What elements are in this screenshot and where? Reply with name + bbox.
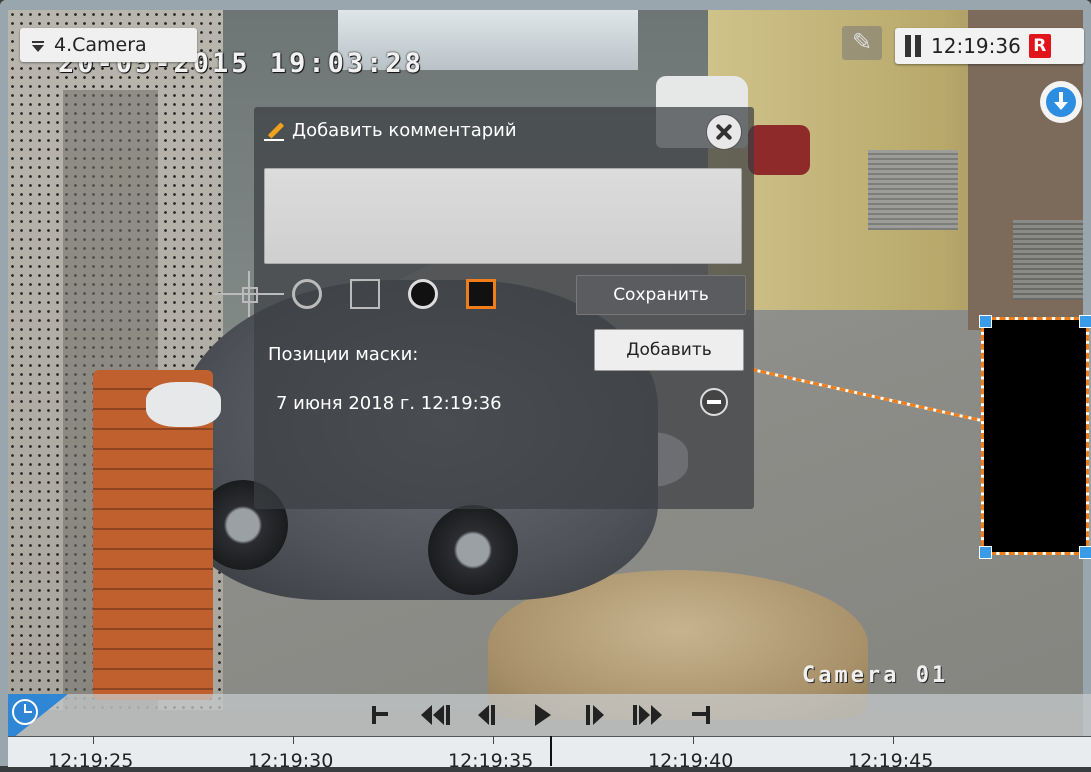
mask-resize-handle-bottom-left[interactable] bbox=[979, 546, 992, 559]
playback-controls bbox=[368, 700, 739, 730]
mask-resize-handle-top-right[interactable] bbox=[1079, 315, 1091, 328]
timeline-tick-label: 12:19:40 bbox=[648, 750, 734, 772]
privacy-mask-rectangle[interactable] bbox=[981, 317, 1089, 555]
play-icon[interactable] bbox=[527, 702, 557, 728]
step-forward-icon[interactable] bbox=[580, 702, 610, 728]
dialog-title-text: Добавить комментарий bbox=[292, 119, 517, 141]
timeline-tick-label: 12:19:25 bbox=[48, 750, 134, 772]
filled-circle-tool-icon[interactable] bbox=[408, 279, 438, 309]
timeline-cursor[interactable] bbox=[550, 736, 552, 766]
close-icon[interactable] bbox=[706, 114, 742, 150]
camera-selector-label: 4.Camera bbox=[54, 34, 147, 56]
ellipse-tool-icon[interactable] bbox=[292, 279, 322, 309]
tick-mark bbox=[693, 736, 694, 744]
add-comment-dialog: Добавить комментарий Сохранить Позиции м… bbox=[214, 107, 754, 509]
tick-mark bbox=[893, 736, 894, 744]
comment-pencil-icon[interactable] bbox=[842, 26, 882, 60]
current-time: 12:19:36 bbox=[931, 34, 1021, 58]
tick-mark bbox=[493, 736, 494, 744]
go-to-end-icon[interactable] bbox=[686, 702, 716, 728]
tick-mark bbox=[93, 736, 94, 744]
filled-square-tool-icon[interactable] bbox=[466, 279, 496, 309]
osd-camera-name: Camera 01 bbox=[802, 663, 949, 688]
fast-forward-icon[interactable] bbox=[633, 702, 663, 728]
mask-resize-handle-bottom-right[interactable] bbox=[1079, 546, 1091, 559]
triangle-down-icon bbox=[32, 40, 44, 52]
timeline-tick-label: 12:19:30 bbox=[248, 750, 334, 772]
download-arrow-icon[interactable] bbox=[1040, 81, 1082, 123]
mask-tools bbox=[214, 271, 524, 317]
pencil-icon bbox=[264, 119, 286, 141]
timeline-tick-label: 12:19:45 bbox=[848, 750, 934, 772]
fast-backward-icon[interactable] bbox=[421, 702, 451, 728]
tick-mark bbox=[293, 736, 294, 744]
add-button[interactable]: Добавить bbox=[594, 329, 744, 371]
step-backward-icon[interactable] bbox=[474, 702, 504, 728]
playback-status: 12:19:36 R bbox=[895, 28, 1084, 64]
timeline-tick-label: 12:19:35 bbox=[448, 750, 534, 772]
rectangle-tool-icon[interactable] bbox=[350, 279, 380, 309]
recording-badge: R bbox=[1028, 34, 1051, 58]
mask-resize-handle-top-left[interactable] bbox=[979, 315, 992, 328]
dialog-title: Добавить комментарий bbox=[264, 119, 517, 141]
go-to-start-icon[interactable] bbox=[368, 702, 398, 728]
camera-selector[interactable]: 4.Camera bbox=[20, 28, 197, 62]
save-button[interactable]: Сохранить bbox=[576, 275, 746, 315]
move-tool-icon[interactable] bbox=[214, 271, 284, 317]
mask-position-entry[interactable]: 7 июня 2018 г. 12:19:36 bbox=[276, 393, 502, 414]
remove-entry-icon[interactable] bbox=[700, 388, 728, 416]
mask-positions-label: Позиции маски: bbox=[268, 344, 419, 365]
clock-icon[interactable] bbox=[12, 699, 38, 725]
pause-icon[interactable] bbox=[905, 35, 921, 57]
comment-input[interactable] bbox=[264, 168, 742, 264]
